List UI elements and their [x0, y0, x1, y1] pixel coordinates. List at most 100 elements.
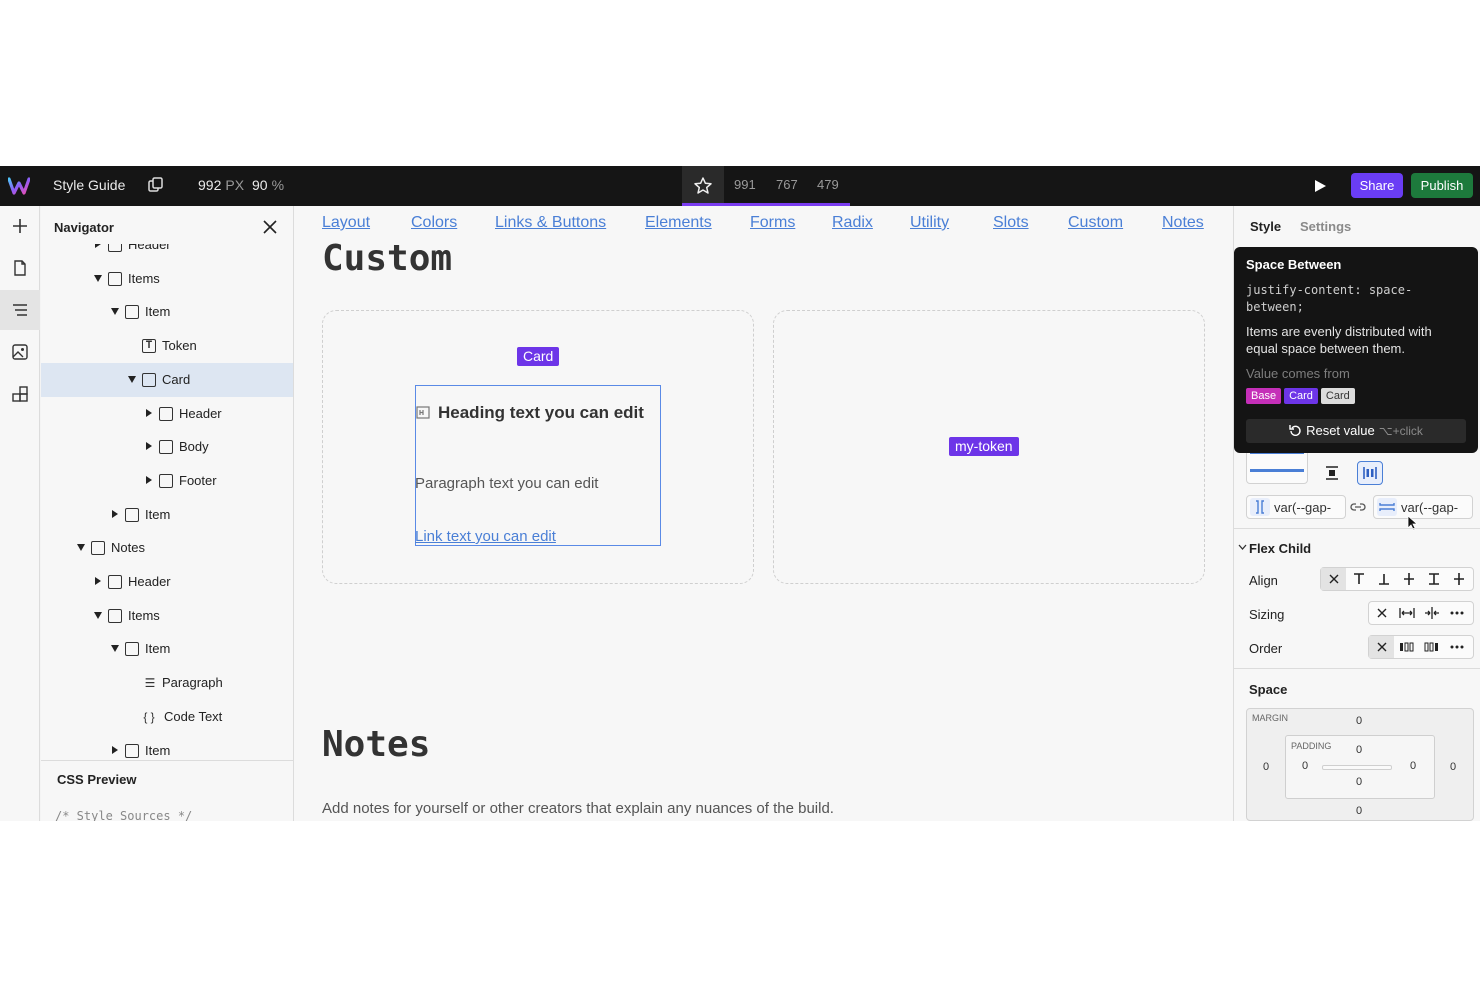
card-link[interactable]: Link text you can edit — [415, 528, 556, 545]
components-button[interactable] — [0, 374, 40, 414]
base-breakpoint-button[interactable] — [682, 166, 724, 206]
tree-item-footer[interactable]: Footer — [41, 464, 293, 498]
padding-left-value[interactable]: 0 — [1302, 760, 1308, 772]
caret-right-icon[interactable] — [112, 509, 118, 518]
align-end-button[interactable] — [1371, 568, 1396, 590]
project-title[interactable]: Style Guide — [53, 177, 125, 193]
order-none-button[interactable] — [1369, 636, 1394, 658]
nav-link-utility[interactable]: Utility — [910, 214, 949, 232]
play-icon[interactable] — [1312, 178, 1328, 194]
tree-item-item[interactable]: Item — [41, 734, 293, 761]
tree-item-items[interactable]: Items — [41, 599, 293, 633]
breakpoint-767[interactable]: 767 — [776, 177, 798, 192]
padding-bottom-value[interactable]: 0 — [1356, 776, 1362, 788]
navigator-button[interactable] — [0, 290, 40, 330]
nav-link-custom[interactable]: Custom — [1068, 214, 1123, 232]
add-button[interactable] — [0, 206, 40, 246]
chevron-down-icon[interactable] — [1238, 543, 1247, 552]
caret-down-icon[interactable] — [111, 308, 119, 316]
justify-space-between-button[interactable] — [1357, 461, 1383, 485]
nav-link-notes[interactable]: Notes — [1162, 214, 1204, 232]
notes-section-title[interactable]: Notes — [322, 724, 430, 765]
link-icon[interactable] — [1350, 501, 1366, 513]
padding-top-value[interactable]: 0 — [1356, 744, 1362, 756]
caret-right-icon[interactable] — [95, 244, 101, 248]
sizing-shrink-button[interactable] — [1419, 602, 1444, 624]
zoom-level[interactable]: 90% — [252, 177, 284, 193]
tree-item-item[interactable]: Item — [41, 498, 293, 532]
share-button[interactable]: Share — [1351, 173, 1403, 198]
nav-link-radix[interactable]: Radix — [832, 214, 873, 232]
caret-down-icon[interactable] — [94, 611, 102, 619]
nav-link-layout[interactable]: Layout — [322, 214, 370, 232]
order-first-button[interactable] — [1394, 636, 1419, 658]
css-preview-title[interactable]: CSS Preview — [57, 772, 137, 787]
flex-child-title[interactable]: Flex Child — [1249, 541, 1311, 556]
tab-style[interactable]: Style — [1250, 219, 1281, 234]
caret-down-icon[interactable] — [77, 544, 85, 552]
tree-item-card[interactable]: Card — [41, 362, 293, 397]
caret-down-icon[interactable] — [94, 274, 102, 282]
space-title[interactable]: Space — [1249, 682, 1287, 697]
order-last-button[interactable] — [1419, 636, 1444, 658]
nav-link-forms[interactable]: Forms — [750, 214, 795, 232]
tree-item-notes[interactable]: Notes — [41, 531, 293, 565]
close-icon[interactable] — [262, 219, 278, 235]
align-stretch-button[interactable] — [1421, 568, 1446, 590]
nav-link-links-buttons[interactable]: Links & Buttons — [495, 214, 606, 232]
caret-right-icon[interactable] — [146, 475, 152, 484]
caret-down-icon[interactable] — [128, 375, 136, 383]
tree-item-header[interactable]: Header — [41, 244, 293, 262]
card-paragraph[interactable]: Paragraph text you can edit — [415, 475, 598, 492]
order-more-button[interactable] — [1444, 636, 1469, 658]
reset-value-button[interactable]: Reset value ⌥+click — [1246, 419, 1466, 443]
row-gap-field[interactable]: var(--gap- — [1246, 495, 1346, 519]
align-auto-button[interactable] — [1321, 568, 1346, 590]
tree-item-header[interactable]: Header — [41, 565, 293, 599]
tree-item-token[interactable]: 𝐓 Token — [41, 329, 293, 363]
caret-down-icon[interactable] — [111, 645, 119, 653]
canvas-width[interactable]: 992 PX — [198, 177, 244, 193]
caret-right-icon[interactable] — [146, 408, 152, 417]
justify-center-button[interactable] — [1319, 461, 1345, 485]
nav-link-colors[interactable]: Colors — [411, 214, 457, 232]
sizing-grow-button[interactable] — [1394, 602, 1419, 624]
tree-item-items[interactable]: Items — [41, 262, 293, 296]
tree-item-header[interactable]: Header — [41, 397, 293, 431]
pages-button[interactable] — [0, 248, 40, 288]
custom-section-title[interactable]: Custom — [322, 238, 452, 279]
publish-button[interactable]: Publish — [1411, 173, 1473, 198]
margin-right-value[interactable]: 0 — [1450, 761, 1456, 773]
align-baseline-button[interactable] — [1446, 568, 1471, 590]
padding-right-value[interactable]: 0 — [1410, 760, 1416, 772]
tree-item-item[interactable]: Item — [41, 632, 293, 666]
sizing-more-button[interactable] — [1444, 602, 1469, 624]
tree-item-item[interactable]: Item — [41, 295, 293, 329]
breakpoint-991[interactable]: 991 — [734, 177, 756, 192]
token-badge[interactable]: my-token — [949, 437, 1019, 456]
tree-item-code-text[interactable]: { } Code Text — [41, 700, 293, 734]
breakpoint-479[interactable]: 479 — [817, 177, 839, 192]
tree-item-paragraph[interactable]: ☰ Paragraph — [41, 666, 293, 700]
sizing-none-button[interactable] — [1369, 602, 1394, 624]
column-gap-field[interactable]: var(--gap- — [1373, 495, 1473, 519]
card-component-badge[interactable]: Card — [517, 347, 560, 366]
nav-link-elements[interactable]: Elements — [645, 214, 712, 232]
copy-icon[interactable] — [147, 176, 165, 194]
align-start-button[interactable] — [1346, 568, 1371, 590]
webstudio-logo-icon[interactable] — [8, 175, 30, 197]
tab-settings[interactable]: Settings — [1300, 219, 1351, 234]
align-center-button[interactable] — [1396, 568, 1421, 590]
caret-right-icon[interactable] — [95, 577, 101, 585]
caret-right-icon[interactable] — [112, 745, 118, 754]
margin-top-value[interactable]: 0 — [1356, 715, 1362, 727]
notes-description[interactable]: Add notes for yourself or other creators… — [322, 800, 834, 817]
tree-item-body[interactable]: Body — [41, 430, 293, 464]
margin-left-value[interactable]: 0 — [1263, 761, 1269, 773]
caret-right-icon[interactable] — [146, 442, 152, 451]
justify-preview[interactable] — [1246, 450, 1308, 484]
assets-button[interactable] — [0, 332, 40, 372]
card-heading[interactable]: Heading text you can edit — [438, 403, 644, 423]
nav-link-slots[interactable]: Slots — [993, 214, 1029, 232]
margin-bottom-value[interactable]: 0 — [1356, 805, 1362, 817]
